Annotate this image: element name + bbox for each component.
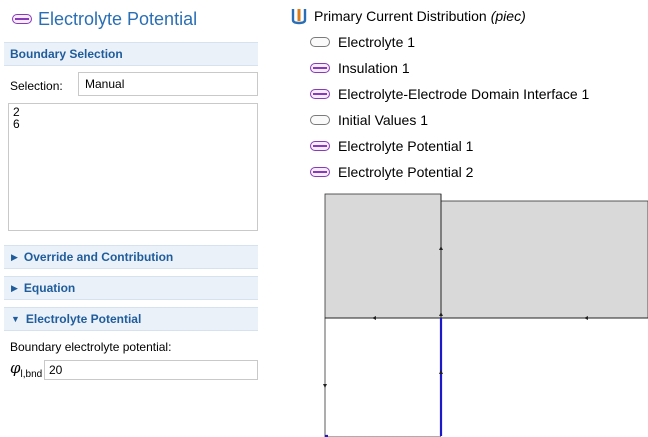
phi-symbol: φ — [10, 359, 21, 377]
tree-node-label: Initial Values 1 — [338, 112, 429, 128]
expand-arrow-icon: ▶ — [11, 251, 18, 262]
model-tree: Primary Current Distribution (piec) Elec… — [290, 0, 648, 190]
tree-node-electrolyte-potential-1[interactable]: Electrolyte Potential 1 — [310, 136, 473, 156]
domain-node-icon — [310, 37, 330, 47]
geometry-graphics[interactable] — [300, 188, 648, 437]
potential-symbol: φl,bnd — [10, 359, 42, 380]
selection-label: Selection: — [10, 79, 63, 93]
tree-node-label: Electrolyte Potential 1 — [338, 138, 474, 154]
boundary-node-icon — [12, 14, 32, 24]
settings-panel: Electrolyte Potential Boundary Selection… — [0, 0, 258, 437]
domain-lower-right[interactable] — [441, 318, 648, 437]
section-label: Override and Contribution — [23, 250, 174, 264]
tree-node-label: Primary Current Distribution — [314, 8, 487, 24]
section-electrolyte-potential[interactable]: ▼ Electrolyte Potential — [4, 307, 258, 331]
boundary-potential-label: Boundary electrolyte potential: — [10, 340, 172, 354]
boundary-node-icon — [310, 167, 330, 177]
physics-interface-icon — [290, 7, 308, 25]
collapse-arrow-icon: ▼ — [11, 314, 20, 324]
tree-node-physics[interactable]: Primary Current Distribution (piec) — [290, 6, 526, 26]
tree-node-domain-interface-1[interactable]: Electrolyte-Electrode Domain Interface 1 — [310, 84, 589, 104]
selection-list-item[interactable]: 6 — [13, 118, 253, 130]
boundary-node-icon — [310, 63, 330, 73]
section-label: Equation — [23, 281, 76, 295]
phi-subscript: l,bnd — [20, 369, 43, 380]
boundary-node-icon — [310, 89, 330, 99]
section-label: Electrolyte Potential — [25, 312, 142, 326]
tree-node-label: Electrolyte 1 — [338, 34, 416, 50]
section-boundary-selection[interactable]: Boundary Selection — [4, 42, 258, 66]
tree-node-insulation-1[interactable]: Insulation 1 — [310, 58, 410, 78]
expand-arrow-icon: ▶ — [11, 282, 18, 293]
domain-upper-left[interactable] — [324, 193, 442, 319]
selection-dropdown[interactable]: Manual — [78, 72, 258, 96]
section-override-contribution[interactable]: ▶ Override and Contribution — [4, 245, 258, 269]
tree-node-label: Electrolyte-Electrode Domain Interface 1 — [338, 86, 590, 102]
selection-list[interactable]: 2 6 — [8, 103, 258, 231]
section-equation[interactable]: ▶ Equation — [4, 276, 258, 300]
selection-list-item[interactable]: 2 — [13, 106, 253, 118]
boundary-node-icon — [310, 141, 330, 151]
section-label: Boundary Selection — [10, 47, 123, 61]
tree-node-label: Insulation 1 — [338, 60, 410, 76]
domain-lower-left[interactable] — [324, 317, 442, 437]
domain-upper-right[interactable] — [440, 200, 648, 319]
settings-header: Electrolyte Potential — [0, 0, 258, 38]
tree-node-tag: (piec) — [490, 8, 526, 24]
tree-node-initial-values-1[interactable]: Initial Values 1 — [310, 110, 428, 130]
tree-node-electrolyte-1[interactable]: Electrolyte 1 — [310, 32, 415, 52]
tree-node-label: Electrolyte Potential 2 — [338, 164, 474, 180]
domain-node-icon — [310, 115, 330, 125]
potential-value-input[interactable]: 20 — [44, 360, 258, 380]
settings-title: Electrolyte Potential — [38, 8, 198, 29]
tree-node-electrolyte-potential-2[interactable]: Electrolyte Potential 2 — [310, 162, 473, 182]
